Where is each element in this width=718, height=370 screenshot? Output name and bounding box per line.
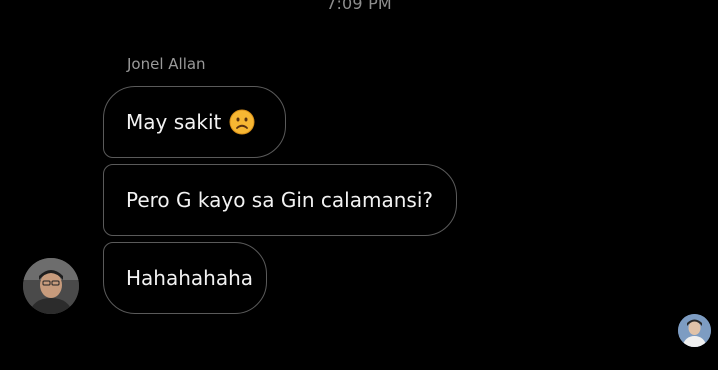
message-bubble[interactable]: May sakit xyxy=(103,86,286,158)
person-photo-icon xyxy=(678,314,711,347)
message-text: May sakit xyxy=(126,110,222,134)
message-text: Pero G kayo sa Gin calamansi? xyxy=(126,188,433,212)
message-bubble[interactable]: Pero G kayo sa Gin calamansi? xyxy=(103,164,457,236)
sender-avatar[interactable] xyxy=(23,258,79,314)
read-receipt-avatar xyxy=(678,314,711,347)
sender-name: Jonel Allan xyxy=(127,55,206,73)
message-timestamp: 7:09 PM xyxy=(326,0,392,13)
person-photo-icon xyxy=(23,258,79,314)
message-text: Hahahahaha xyxy=(126,266,254,290)
frowning-face-icon xyxy=(229,109,255,135)
message-bubble[interactable]: Hahahahaha xyxy=(103,242,267,314)
